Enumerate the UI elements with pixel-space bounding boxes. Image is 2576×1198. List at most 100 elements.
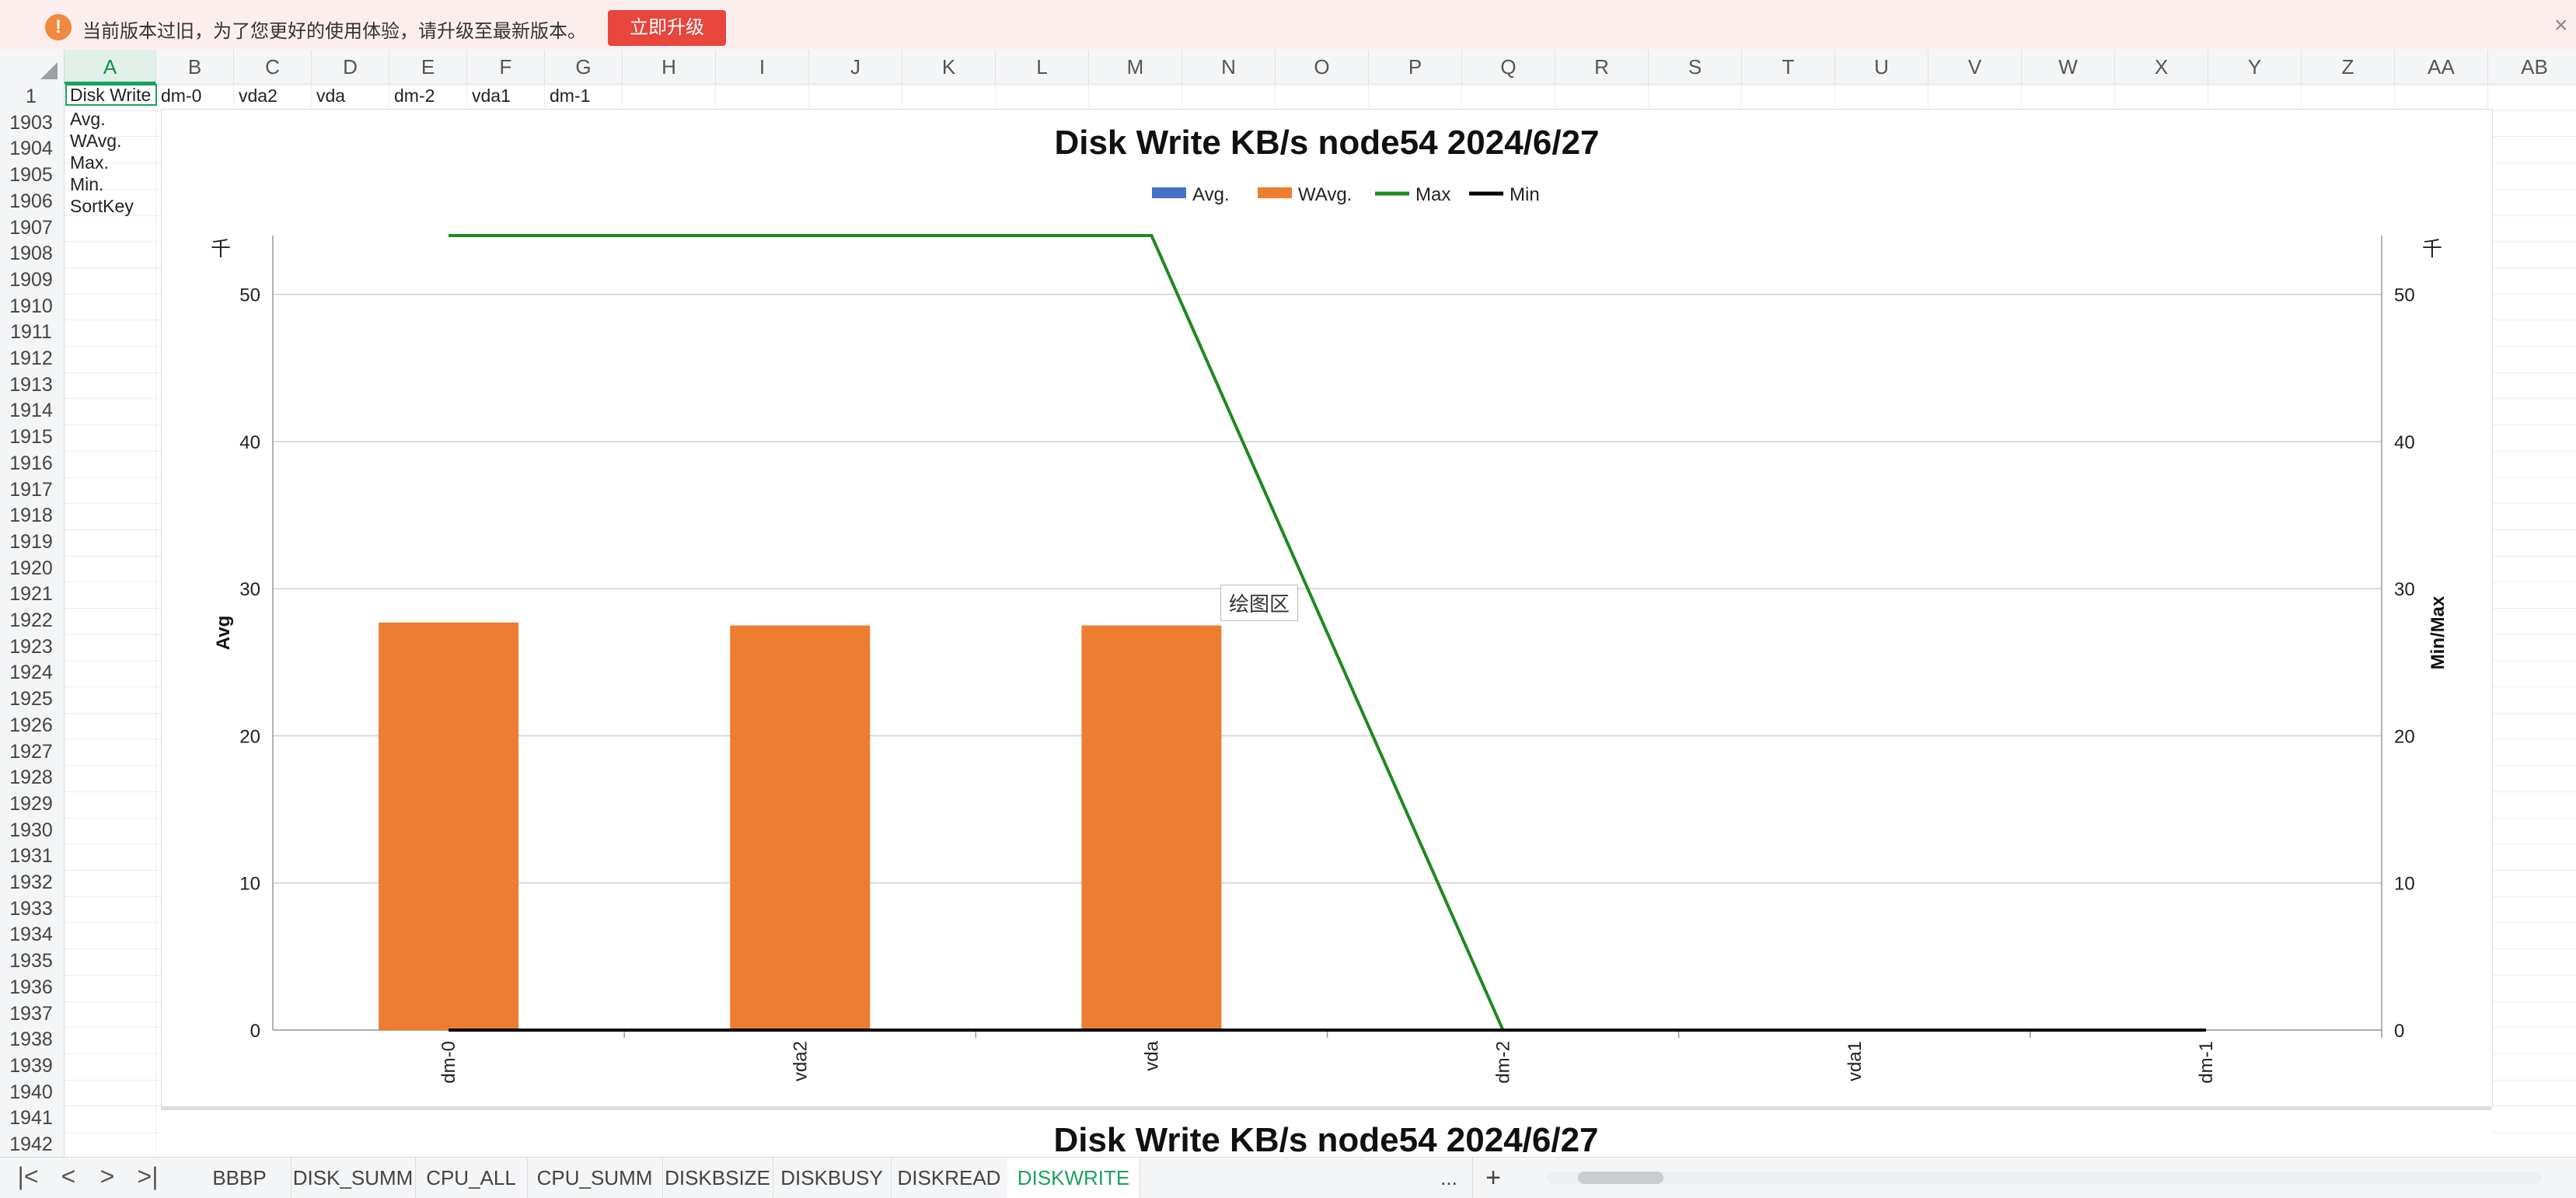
row-header-1932[interactable]: 1932 [0,871,62,894]
column-header-t[interactable]: T [1742,50,1835,84]
row-header-1924[interactable]: 1924 [0,662,62,684]
header-cell-dm-1[interactable]: dm-1 [550,86,621,107]
row-header-1921[interactable]: 1921 [0,583,62,606]
column-header-o[interactable]: O [1276,50,1369,84]
row-header-1908[interactable]: 1908 [0,243,62,265]
column-header-m[interactable]: M [1089,50,1182,84]
sheet-tab-diskwrite[interactable]: DISKWRITE [1007,1158,1140,1198]
row-header-1903[interactable]: 1903 [0,112,62,134]
header-cell-dm-2[interactable]: dm-2 [394,86,466,107]
row-header-1904[interactable]: 1904 [0,138,62,160]
row-header-1933[interactable]: 1933 [0,898,62,920]
horizontal-scrollbar[interactable] [1547,1172,2542,1184]
chart-plot[interactable]: Avg. WAvg. Max Min 0 0 10 10 20 20 30 30 40 40 50 50 千 千 A… [162,110,2492,1106]
column-header-h[interactable]: H [623,50,716,84]
more-sheets-button[interactable]: ... [1426,1158,1473,1198]
next-sheet-icon[interactable]: > [90,1162,124,1191]
row-header-1926[interactable]: 1926 [0,714,62,737]
column-header-u[interactable]: U [1835,50,1929,84]
row-header-1922[interactable]: 1922 [0,609,62,632]
row-header-1927[interactable]: 1927 [0,741,62,763]
row-header-1935[interactable]: 1935 [0,950,62,973]
cell-a1[interactable]: Disk Write [65,84,157,106]
first-sheet-icon[interactable]: |< [11,1162,45,1191]
column-header-j[interactable]: J [809,50,902,84]
column-header-b[interactable]: B [156,50,234,84]
stat-label-cell[interactable]: Min. [70,174,155,195]
sheet-tab-diskread[interactable]: DISKREAD [891,1158,1008,1198]
select-all-corner[interactable] [0,50,65,84]
column-header-a[interactable]: A [65,50,156,84]
column-header-z[interactable]: Z [2302,50,2395,84]
row-header-1925[interactable]: 1925 [0,688,62,711]
close-icon[interactable]: × [2554,12,2568,39]
last-sheet-icon[interactable]: >| [131,1162,165,1191]
row-header-1907[interactable]: 1907 [0,217,62,239]
row-header-1919[interactable]: 1919 [0,531,62,554]
row-header-1916[interactable]: 1916 [0,452,62,475]
sheet-tab-diskbsize[interactable]: DISKBSIZE [662,1158,773,1198]
column-header-k[interactable]: K [902,50,996,84]
row-header-1918[interactable]: 1918 [0,505,62,527]
stat-label-cell[interactable]: Avg. [70,109,155,130]
row-header-1905[interactable]: 1905 [0,164,62,187]
add-sheet-button[interactable]: + [1472,1158,1514,1198]
row-header-1914[interactable]: 1914 [0,400,62,422]
column-header-x[interactable]: X [2115,50,2208,84]
column-header-g[interactable]: G [545,50,623,84]
row-header-1931[interactable]: 1931 [0,845,62,868]
header-cell-vda1[interactable]: vda1 [472,86,543,107]
upgrade-button[interactable]: 立即升级 [608,10,726,46]
column-header-aa[interactable]: AA [2395,50,2488,84]
row-header-1912[interactable]: 1912 [0,348,62,370]
column-header-r[interactable]: R [1555,50,1649,84]
row-header-1910[interactable]: 1910 [0,295,62,318]
row-header-1915[interactable]: 1915 [0,426,62,449]
chart-area[interactable]: Disk Write KB/s node54 2024/6/27 Avg. WAv… [161,109,2493,1107]
row-header-1930[interactable]: 1930 [0,819,62,842]
column-header-v[interactable]: V [1929,50,2022,84]
column-header-n[interactable]: N [1182,50,1276,84]
row-header-1941[interactable]: 1941 [0,1107,62,1130]
column-header-q[interactable]: Q [1462,50,1555,84]
row-header-1942[interactable]: 1942 [0,1133,62,1156]
row-header-1938[interactable]: 1938 [0,1029,62,1051]
sheet-tab-disk-summ[interactable]: DISK_SUMM [291,1158,416,1198]
column-header-c[interactable]: C [234,50,312,84]
row-header-1911[interactable]: 1911 [0,321,62,344]
column-header-w[interactable]: W [2022,50,2115,84]
row-header-1934[interactable]: 1934 [0,924,62,946]
column-header-e[interactable]: E [389,50,467,84]
prev-sheet-icon[interactable]: < [51,1162,86,1191]
row-header-1940[interactable]: 1940 [0,1081,62,1104]
sheet-tab-bbbp[interactable]: BBBP [188,1158,291,1198]
sheet-tab-cpu-summ[interactable]: CPU_SUMM [527,1158,663,1198]
column-header-l[interactable]: L [996,50,1089,84]
row-header-1937[interactable]: 1937 [0,1003,62,1025]
row-header-1928[interactable]: 1928 [0,767,62,789]
row-header-1906[interactable]: 1906 [0,190,62,213]
column-header-f[interactable]: F [467,50,545,84]
row-header-1929[interactable]: 1929 [0,793,62,816]
row-header-1923[interactable]: 1923 [0,636,62,658]
chart-area-2[interactable]: Disk Write KB/s node54 2024/6/27 [161,1107,2491,1165]
column-header-d[interactable]: D [312,50,389,84]
sheet-tab-diskbusy[interactable]: DISKBUSY [773,1158,892,1198]
row-header-1920[interactable]: 1920 [0,557,62,580]
column-header-i[interactable]: I [716,50,809,84]
column-header-ab[interactable]: AB [2488,50,2576,84]
row-header-1936[interactable]: 1936 [0,976,62,999]
column-header-y[interactable]: Y [2208,50,2302,84]
stat-label-cell[interactable]: Max. [70,152,155,173]
row-header-1939[interactable]: 1939 [0,1055,62,1078]
sheet-tab-cpu-all[interactable]: CPU_ALL [415,1158,528,1198]
row-header-1[interactable]: 1 [0,86,62,108]
header-cell-dm-0[interactable]: dm-0 [161,86,232,107]
row-header-1913[interactable]: 1913 [0,374,62,396]
header-cell-vda2[interactable]: vda2 [239,86,310,107]
column-header-p[interactable]: P [1369,50,1462,84]
header-cell-vda[interactable]: vda [316,86,388,107]
column-header-s[interactable]: S [1649,50,1742,84]
stat-label-cell[interactable]: WAvg. [70,131,155,152]
row-header-1917[interactable]: 1917 [0,479,62,501]
